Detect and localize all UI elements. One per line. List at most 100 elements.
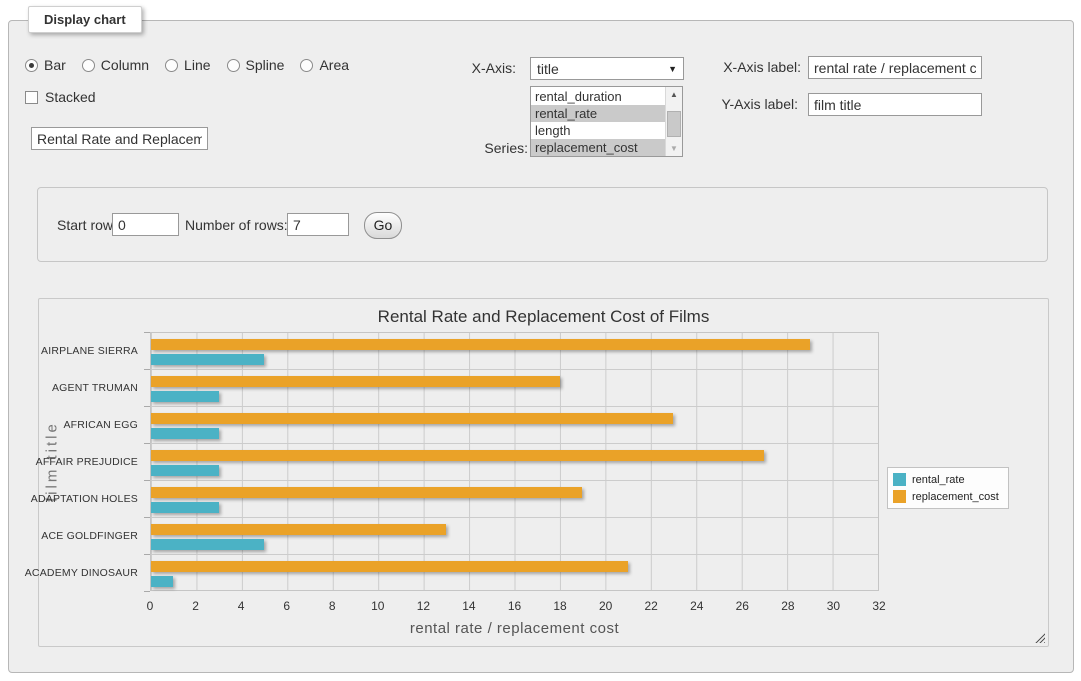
y-tick-label: ACADEMY DINOSAUR xyxy=(39,554,144,591)
x-tick-label: 28 xyxy=(781,599,794,613)
y-axis-label-input[interactable] xyxy=(808,93,982,116)
y-tick-mark xyxy=(144,517,150,518)
y-tick-label: AFRICAN EGG xyxy=(39,406,144,443)
scroll-down-icon[interactable]: ▼ xyxy=(666,141,682,156)
legend-label: rental_rate xyxy=(912,474,965,486)
chart-type-radio-label: Bar xyxy=(44,57,66,73)
y-axis-label-label: Y-Axis label: xyxy=(689,96,798,112)
y-tick-mark xyxy=(144,443,150,444)
x-tick-label: 10 xyxy=(371,599,384,613)
panel-tab: Display chart xyxy=(28,6,142,33)
chart-band xyxy=(151,444,878,481)
legend-entry: replacement_cost xyxy=(893,490,999,503)
stacked-checkbox[interactable] xyxy=(25,91,38,104)
chart-type-radio-label: Column xyxy=(101,57,149,73)
x-tick-label: 26 xyxy=(736,599,749,613)
chart-band xyxy=(151,481,878,518)
chart-title: Rental Rate and Replacement Cost of Film… xyxy=(39,307,1048,327)
chart-band xyxy=(151,407,878,444)
y-tick-label: ADAPTATION HOLES xyxy=(39,480,144,517)
x-tick-label: 30 xyxy=(827,599,840,613)
start-row-label: Start row: xyxy=(57,217,117,233)
x-tick-label: 6 xyxy=(283,599,290,613)
scroll-up-icon[interactable]: ▲ xyxy=(666,87,682,102)
bar-rental_rate xyxy=(151,465,219,476)
series-option-replacement_cost[interactable]: replacement_cost xyxy=(531,139,665,156)
chart-type-radio-bar[interactable] xyxy=(25,59,38,72)
bar-replacement_cost xyxy=(151,524,446,535)
x-axis-title: rental rate / replacement cost xyxy=(150,620,879,637)
chart-type-radio-line[interactable] xyxy=(165,59,178,72)
bar-rental_rate xyxy=(151,502,219,513)
series-options: rental_durationrental_ratelengthreplacem… xyxy=(531,87,665,156)
rows-panel: Start row: Number of rows: Go xyxy=(37,187,1048,262)
bar-rental_rate xyxy=(151,576,173,587)
number-of-rows-input[interactable] xyxy=(287,213,349,236)
legend-swatch-icon xyxy=(893,473,906,486)
plot-grid xyxy=(150,332,879,591)
bar-rental_rate xyxy=(151,391,219,402)
chart-band xyxy=(151,555,878,592)
chart-type-radio-label: Area xyxy=(319,57,349,73)
x-tick-label: 0 xyxy=(147,599,154,613)
y-tick-mark xyxy=(144,369,150,370)
bar-replacement_cost xyxy=(151,561,628,572)
series-option-length[interactable]: length xyxy=(531,122,665,139)
bar-replacement_cost xyxy=(151,487,582,498)
y-tick-label: AIRPLANE SIERRA xyxy=(39,332,144,369)
x-tick-label: 24 xyxy=(690,599,703,613)
series-option-rental_rate[interactable]: rental_rate xyxy=(531,105,665,122)
x-tick-label: 22 xyxy=(645,599,658,613)
x-tick-label: 20 xyxy=(599,599,612,613)
series-label: Series: xyxy=(439,140,528,156)
bar-replacement_cost xyxy=(151,450,764,461)
x-tick-label: 12 xyxy=(417,599,430,613)
y-tick-label: AGENT TRUMAN xyxy=(39,369,144,406)
chart-band xyxy=(151,333,878,370)
chart-band xyxy=(151,370,878,407)
start-row-input[interactable] xyxy=(112,213,179,236)
bar-rental_rate xyxy=(151,428,219,439)
number-of-rows-label: Number of rows: xyxy=(185,217,288,233)
x-axis-select[interactable]: title ▼ xyxy=(530,57,684,80)
stacked-label: Stacked xyxy=(45,89,96,105)
x-tick-label: 4 xyxy=(238,599,245,613)
chevron-down-icon: ▼ xyxy=(668,64,677,74)
stacked-row: Stacked xyxy=(25,89,106,105)
x-tick-label: 8 xyxy=(329,599,336,613)
y-tick-mark xyxy=(144,591,150,592)
bar-rental_rate xyxy=(151,354,264,365)
chart-type-radio-area[interactable] xyxy=(300,59,313,72)
x-axis-select-label: X-Axis: xyxy=(439,60,516,76)
y-tick-label: AFFAIR PREJUDICE xyxy=(39,443,144,480)
chart-type-radio-column[interactable] xyxy=(82,59,95,72)
go-button[interactable]: Go xyxy=(364,212,402,239)
y-tick-mark xyxy=(144,406,150,407)
chart-type-radio-label: Line xyxy=(184,57,210,73)
y-tick-mark xyxy=(144,332,150,333)
x-tick-label: 16 xyxy=(508,599,521,613)
bar-replacement_cost xyxy=(151,376,560,387)
series-option-rental_duration[interactable]: rental_duration xyxy=(531,88,665,105)
chart-panel: Rental Rate and Replacement Cost of Film… xyxy=(38,298,1049,647)
x-axis-label-label: X-Axis label: xyxy=(689,59,801,75)
chart-band xyxy=(151,518,878,555)
x-tick-label: 2 xyxy=(192,599,199,613)
panel-title: Display chart xyxy=(44,12,126,27)
bar-rental_rate xyxy=(151,539,264,550)
y-tick-label: ACE GOLDFINGER xyxy=(39,517,144,554)
x-tick-label: 32 xyxy=(872,599,885,613)
chart-title-input[interactable] xyxy=(31,127,208,150)
resize-handle-icon[interactable] xyxy=(1034,632,1045,643)
bar-replacement_cost xyxy=(151,413,673,424)
series-listbox-scrollbar[interactable]: ▲ ▼ xyxy=(665,87,682,156)
series-listbox: rental_durationrental_ratelengthreplacem… xyxy=(530,86,683,157)
display-chart-panel: BarColumnLineSplineArea Stacked X-Axis: … xyxy=(8,20,1074,673)
scrollbar-thumb[interactable] xyxy=(667,111,681,137)
x-axis-selected-value: title xyxy=(537,61,559,77)
chart-type-radio-spline[interactable] xyxy=(227,59,240,72)
x-axis-label-input[interactable] xyxy=(808,56,982,79)
legend-label: replacement_cost xyxy=(912,491,999,503)
chart-type-group: BarColumnLineSplineArea xyxy=(25,57,359,73)
legend-entry: rental_rate xyxy=(893,473,999,486)
